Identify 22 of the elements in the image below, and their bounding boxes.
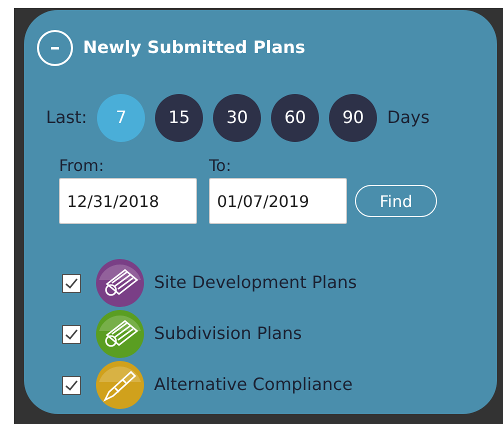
panel-title: Newly Submitted Plans [83,38,306,58]
to-label: To: [209,156,232,175]
day-range-button[interactable]: 30 [213,94,262,142]
layer-checkbox[interactable] [62,324,81,344]
day-range-button[interactable]: 60 [271,94,320,142]
check-icon [65,328,78,340]
last-label: Last: [46,108,88,128]
collapse-button[interactable] [37,30,73,66]
to-date-field[interactable]: 01/07/2019 [209,178,347,224]
check-icon [65,278,78,288]
from-date-field[interactable]: 12/31/2018 [59,178,197,224]
layer-label: Alternative Compliance [154,375,353,395]
layer-checkbox[interactable] [62,376,81,394]
layer-label: Site Development Plans [154,273,357,293]
find-button[interactable]: Find [355,185,437,217]
check-icon [65,380,78,390]
days-label: Days [387,108,430,128]
from-label: From: [59,156,106,175]
day-range-button[interactable]: 15 [155,94,204,142]
day-range-button[interactable]: 90 [329,94,378,142]
layer-checkbox[interactable] [62,274,81,292]
layer-label: Subdivision Plans [154,324,302,344]
